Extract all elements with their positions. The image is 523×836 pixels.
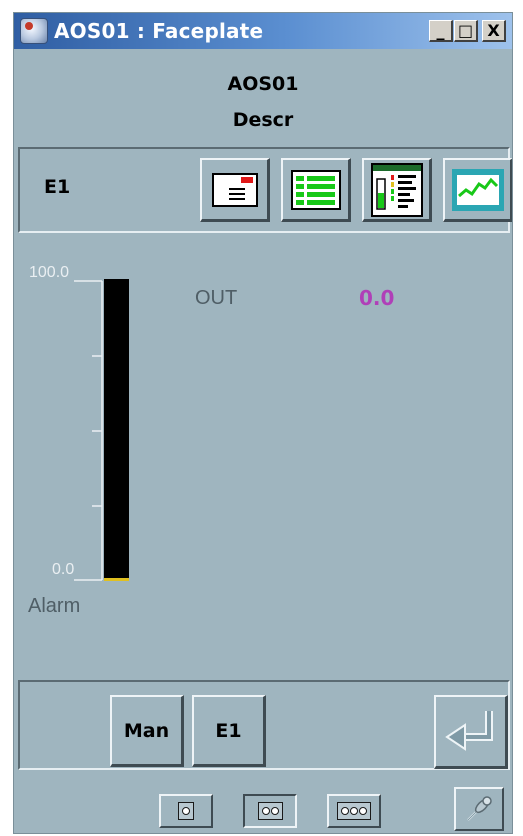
minimize-button[interactable]: _: [429, 20, 453, 42]
alarm-list-icon: [290, 169, 341, 210]
faceplate-window: AOS01 : Faceplate _ □ X AOS01 Descr E1 1…: [13, 12, 513, 834]
pin-icon: [467, 796, 492, 821]
bargraph-track: [104, 279, 129, 581]
main-display: 100.0 0.0 Alarm OUT 0.0: [14, 239, 512, 681]
enter-arrow-icon: [444, 710, 493, 751]
two-dots-icon: [257, 802, 283, 820]
pin-button[interactable]: [454, 787, 504, 831]
trend-button[interactable]: [443, 158, 512, 222]
size-medium-button[interactable]: [243, 794, 297, 828]
tag-description: Descr: [232, 109, 294, 131]
bargraph-zero-marker: [104, 578, 129, 581]
enter-button[interactable]: [434, 695, 508, 769]
window-controls: _ □ X: [429, 20, 506, 42]
external-mode-button[interactable]: E1: [192, 695, 266, 767]
close-icon: X: [487, 21, 500, 40]
minimize-icon: _: [436, 21, 445, 40]
alarm-label: Alarm: [28, 595, 81, 617]
title-bar[interactable]: AOS01 : Faceplate _ □ X: [14, 13, 512, 49]
size-large-button[interactable]: [327, 794, 381, 828]
external-mode-label: E1: [215, 719, 242, 742]
maximize-icon: □: [457, 21, 474, 40]
alarm-list-button[interactable]: [281, 158, 351, 222]
message-button[interactable]: [200, 158, 270, 222]
three-dots-icon: [337, 802, 371, 820]
tag-name: AOS01: [227, 73, 299, 95]
close-button[interactable]: X: [482, 20, 506, 42]
one-dot-icon: [178, 802, 194, 820]
maximize-button[interactable]: □: [454, 20, 478, 42]
mode-indicator: E1: [44, 176, 71, 198]
manual-mode-label: Man: [123, 719, 170, 742]
size-small-button[interactable]: [159, 794, 213, 828]
manual-mode-button[interactable]: Man: [110, 695, 184, 767]
message-icon: [211, 172, 258, 207]
detail-bars-icon: [370, 162, 423, 217]
footer-bar: [14, 773, 512, 833]
scale-max-label: 100.0: [29, 264, 70, 281]
toolbar-panel: E1: [18, 147, 512, 233]
scale-min-label: 0.0: [52, 561, 75, 578]
output-bargraph: [74, 279, 129, 581]
out-value: 0.0: [359, 286, 395, 310]
app-icon: [20, 18, 48, 44]
trend-icon: [451, 168, 504, 211]
mode-button-panel: Man E1: [18, 680, 510, 770]
out-label: OUT: [195, 287, 238, 309]
detail-view-button[interactable]: [362, 158, 432, 222]
window-title: AOS01 : Faceplate: [54, 19, 264, 43]
